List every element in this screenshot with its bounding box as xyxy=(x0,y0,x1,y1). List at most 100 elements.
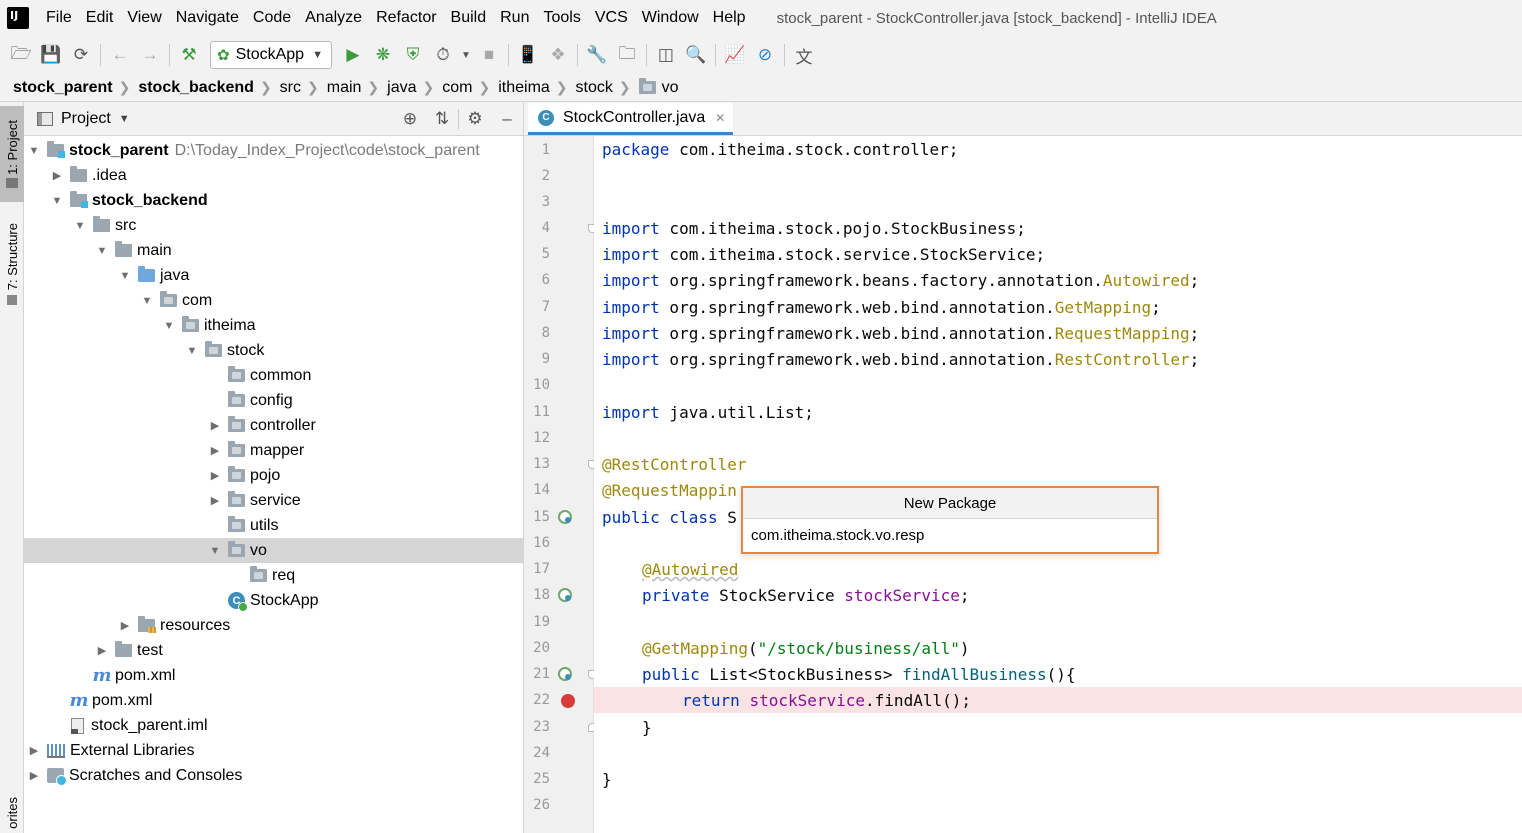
project-panel-title[interactable]: Project xyxy=(61,110,111,128)
tree-row[interactable]: ▼ src xyxy=(24,213,523,238)
tree-row[interactable]: utils xyxy=(24,513,523,538)
breadcrumb-item[interactable]: itheima ❯ xyxy=(498,79,575,97)
breadcrumb-item[interactable]: com ❯ xyxy=(442,79,498,97)
collapsed-arrow-icon[interactable]: ▶ xyxy=(208,419,222,432)
collapsed-arrow-icon[interactable]: ▶ xyxy=(208,469,222,482)
breadcrumb-item[interactable]: stock ❯ xyxy=(576,79,639,97)
breadcrumb-item[interactable]: stock_backend ❯ xyxy=(138,79,279,97)
expanded-arrow-icon[interactable]: ▼ xyxy=(162,320,176,332)
tree-row[interactable]: config xyxy=(24,388,523,413)
tree-row-selected[interactable]: ▼ vo xyxy=(24,538,523,563)
tree-row[interactable]: ▶ Scratches and Consoles xyxy=(24,763,523,788)
expanded-arrow-icon[interactable]: ▼ xyxy=(27,145,41,157)
tree-row[interactable]: ▼ com xyxy=(24,288,523,313)
expanded-arrow-icon[interactable]: ▼ xyxy=(140,295,154,307)
build-hammer-icon[interactable]: ⚒ xyxy=(174,40,204,70)
settings-wrench-icon[interactable]: 🔧 xyxy=(582,40,612,70)
tree-row[interactable]: ▶ resources xyxy=(24,613,523,638)
collapsed-arrow-icon[interactable]: ▶ xyxy=(27,769,41,782)
tool-tab-structure[interactable]: 7: Structure xyxy=(0,214,24,314)
menu-tools[interactable]: Tools xyxy=(536,9,587,27)
collapsed-arrow-icon[interactable]: ▶ xyxy=(50,169,64,182)
tree-row[interactable]: m pom.xml xyxy=(24,688,523,713)
spring-autowired-gutter-icon[interactable] xyxy=(558,588,572,602)
menu-run[interactable]: Run xyxy=(493,9,536,27)
project-structure-icon[interactable]: 🗀 xyxy=(612,40,642,70)
search-icon[interactable]: 🔍 xyxy=(681,40,711,70)
tree-row[interactable]: ▶ test xyxy=(24,638,523,663)
tree-row[interactable]: ▶ controller xyxy=(24,413,523,438)
expanded-arrow-icon[interactable]: ▼ xyxy=(208,545,222,557)
editor-gutter[interactable]: 1 2 3 4 5 6 7 8 9 10 11 12 13 14 15 16 1… xyxy=(524,136,597,833)
expanded-arrow-icon[interactable]: ▼ xyxy=(95,245,109,257)
tree-row[interactable]: ▼ stock_backend xyxy=(24,188,523,213)
tree-row[interactable]: stock_parent.iml xyxy=(24,713,523,738)
terminal-window-icon[interactable]: ◫ xyxy=(651,40,681,70)
hide-minus-icon[interactable]: – xyxy=(491,109,523,129)
menu-view[interactable]: View xyxy=(120,9,168,27)
tree-row[interactable]: m pom.xml xyxy=(24,663,523,688)
menu-file[interactable]: File xyxy=(39,9,79,27)
debug-bug-icon[interactable]: ❋ xyxy=(368,40,398,70)
forward-arrow-icon[interactable]: → xyxy=(135,40,165,70)
breadcrumb-item[interactable]: java ❯ xyxy=(387,79,442,97)
tree-row[interactable]: C StockApp xyxy=(24,588,523,613)
tree-row[interactable]: common xyxy=(24,363,523,388)
expanded-arrow-icon[interactable]: ▼ xyxy=(50,195,64,207)
tree-row[interactable]: ▶ pojo xyxy=(24,463,523,488)
attach-debugger-icon[interactable]: 📱 xyxy=(513,40,543,70)
locate-target-icon[interactable]: ⊕ xyxy=(394,109,426,129)
code-text-area[interactable]: package com.itheima.stock.controller; im… xyxy=(594,136,1522,833)
breadcrumb-item[interactable]: vo xyxy=(638,78,679,97)
menu-code[interactable]: Code xyxy=(246,9,298,27)
tree-row[interactable]: ▼ main xyxy=(24,238,523,263)
tree-row[interactable]: ▶ service xyxy=(24,488,523,513)
menu-build[interactable]: Build xyxy=(444,9,494,27)
menu-window[interactable]: Window xyxy=(635,9,706,27)
menu-navigate[interactable]: Navigate xyxy=(169,9,246,27)
tree-row[interactable]: req xyxy=(24,563,523,588)
run-icon[interactable]: ▶ xyxy=(338,40,368,70)
profile-icon[interactable]: ⏱ xyxy=(428,40,458,70)
collapsed-arrow-icon[interactable]: ▶ xyxy=(208,494,222,507)
spring-bean-gutter-icon[interactable] xyxy=(558,510,572,524)
open-folder-icon[interactable]: 🗁 xyxy=(6,40,36,70)
menu-refactor[interactable]: Refactor xyxy=(369,9,443,27)
power-save-icon[interactable]: ⊘ xyxy=(750,40,780,70)
tool-tab-favorites[interactable]: orites xyxy=(0,792,24,833)
chevron-down-icon[interactable]: ▼ xyxy=(119,113,130,125)
tree-row[interactable]: ▼ java xyxy=(24,263,523,288)
breadcrumb-item[interactable]: main ❯ xyxy=(327,79,387,97)
profile-dropdown-icon[interactable]: ▼ xyxy=(458,40,474,70)
translate-icon[interactable]: 文 xyxy=(789,40,819,70)
menu-analyze[interactable]: Analyze xyxy=(298,9,369,27)
run-configuration-select[interactable]: ✿ StockApp ▼ xyxy=(210,41,332,69)
close-icon[interactable]: ✕ xyxy=(715,111,725,125)
save-all-icon[interactable]: 💾 xyxy=(36,40,66,70)
tree-row[interactable]: ▼ stock xyxy=(24,338,523,363)
collapsed-arrow-icon[interactable]: ▶ xyxy=(118,619,132,632)
menu-help[interactable]: Help xyxy=(706,9,753,27)
tree-row[interactable]: ▶ External Libraries xyxy=(24,738,523,763)
tool-tab-project[interactable]: 1: Project xyxy=(0,106,24,202)
package-name-input[interactable] xyxy=(743,519,1157,552)
tree-row[interactable]: ▶ mapper xyxy=(24,438,523,463)
collapsed-arrow-icon[interactable]: ▶ xyxy=(27,744,41,757)
collapse-all-icon[interactable]: ⇅ xyxy=(426,109,458,129)
tab-stockcontroller[interactable]: C StockController.java ✕ xyxy=(528,103,734,135)
sync-icon[interactable]: ⟳ xyxy=(66,40,96,70)
menu-vcs[interactable]: VCS xyxy=(588,9,635,27)
tree-row[interactable]: ▶ .idea xyxy=(24,163,523,188)
breadcrumb-item[interactable]: stock_parent ❯ xyxy=(13,79,138,97)
tree-row[interactable]: ▼ itheima xyxy=(24,313,523,338)
collapsed-arrow-icon[interactable]: ▶ xyxy=(95,644,109,657)
expanded-arrow-icon[interactable]: ▼ xyxy=(185,345,199,357)
collapsed-arrow-icon[interactable]: ▶ xyxy=(208,444,222,457)
monitor-chart-icon[interactable]: 📈 xyxy=(720,40,750,70)
expanded-arrow-icon[interactable]: ▼ xyxy=(118,270,132,282)
expanded-arrow-icon[interactable]: ▼ xyxy=(73,220,87,232)
gear-icon[interactable]: ⚙ xyxy=(459,109,491,129)
menu-edit[interactable]: Edit xyxy=(79,9,121,27)
spring-mapping-gutter-icon[interactable] xyxy=(558,667,572,681)
breakpoint-icon[interactable] xyxy=(561,694,575,708)
